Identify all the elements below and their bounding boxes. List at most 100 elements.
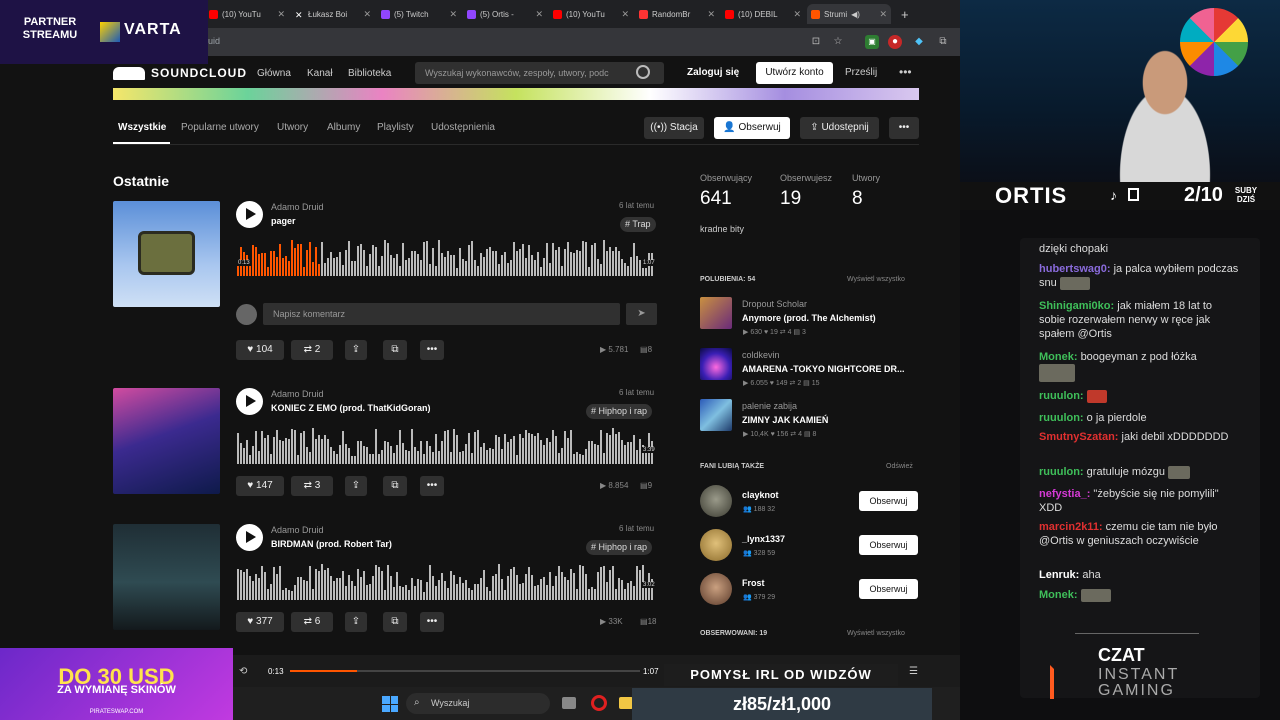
copy-button[interactable]: ⧉ <box>383 340 407 360</box>
extension-icon[interactable]: ▣ <box>865 35 879 49</box>
close-icon[interactable]: ✕ <box>707 9 715 20</box>
chat-username[interactable]: ruuulon: <box>1039 390 1084 402</box>
stat-value[interactable]: 8 <box>852 188 863 210</box>
speaker-icon[interactable]: ◀) <box>851 10 860 19</box>
chat-username[interactable]: Monek: <box>1039 589 1078 601</box>
follow-button[interactable]: 👤 Obserwuj <box>714 117 790 139</box>
station-button[interactable]: ((•)) Stacja <box>644 117 704 139</box>
fan-name[interactable]: clayknot <box>742 490 779 500</box>
browser-tab[interactable]: (10) YouTu ✕ <box>549 4 633 24</box>
browser-tab[interactable]: (10) DEBIL ✕ <box>721 4 805 24</box>
avatar[interactable] <box>700 529 732 561</box>
stat-label[interactable]: Obserwujący <box>700 173 752 183</box>
more-button[interactable]: ••• <box>420 340 444 360</box>
play-button[interactable] <box>236 201 263 228</box>
tab-popular[interactable]: Popularne utwory <box>181 122 259 133</box>
chat-username[interactable]: SmutnySzatan: <box>1039 431 1118 443</box>
track-artwork[interactable] <box>113 524 220 630</box>
more-icon[interactable]: ••• <box>899 65 912 79</box>
follow-button[interactable]: Obserwuj <box>859 535 918 555</box>
browser-tab-active[interactable]: Strumi ◀) ✕ <box>807 4 891 24</box>
adblock-icon[interactable]: ● <box>888 35 902 49</box>
share-button[interactable]: ⇪ <box>345 476 367 496</box>
close-icon[interactable]: ✕ <box>277 9 285 20</box>
genre-tag[interactable]: # Hiphop i rap <box>586 540 653 555</box>
extension-icon[interactable]: ◆ <box>912 35 926 49</box>
chat-username[interactable]: nefystia_: <box>1039 488 1090 500</box>
share-button[interactable]: ⇪ <box>345 612 367 632</box>
nav-home[interactable]: Główna <box>257 68 291 79</box>
tab-tracks[interactable]: Utwory <box>277 122 308 133</box>
stat-value[interactable]: 19 <box>780 188 801 210</box>
create-account-button[interactable]: Utwórz konto <box>756 62 833 84</box>
nav-feed[interactable]: Kanał <box>307 68 333 79</box>
close-icon[interactable]: ✕ <box>535 9 543 20</box>
play-button[interactable] <box>236 388 263 415</box>
browser-tab[interactable]: (5) Ortis - ✕ <box>463 4 547 24</box>
share-button[interactable]: ⇪ Udostępnij <box>800 117 879 139</box>
fan-name[interactable]: Frost <box>742 578 765 588</box>
liked-track-title[interactable]: ZIMNY JAK KAMIEŃ <box>742 415 828 425</box>
repost-button[interactable]: ⇄ 3 <box>291 476 333 496</box>
tab-all[interactable]: Wszystkie <box>118 122 166 133</box>
send-icon[interactable]: ➤ <box>626 303 657 325</box>
more-button[interactable]: ••• <box>420 476 444 496</box>
track-title[interactable]: pager <box>271 216 296 226</box>
liked-track-title[interactable]: Anymore (prod. The Alchemist) <box>742 313 876 323</box>
liked-track-artwork[interactable] <box>700 348 732 380</box>
waveform[interactable] <box>237 560 656 600</box>
repost-button[interactable]: ⇄ 2 <box>291 340 333 360</box>
folder-icon[interactable] <box>619 697 633 709</box>
refresh-link[interactable]: Odśwież <box>886 463 913 470</box>
likes-heading[interactable]: POLUBIENIA: 54 <box>700 276 755 283</box>
copy-button[interactable]: ⧉ <box>383 612 407 632</box>
liked-track-artwork[interactable] <box>700 399 732 431</box>
following-heading[interactable]: OBSERWOWANI: 19 <box>700 630 767 637</box>
genre-tag[interactable]: # Trap <box>620 217 656 232</box>
avatar[interactable] <box>700 485 732 517</box>
share-button[interactable]: ⇪ <box>345 340 367 360</box>
nav-library[interactable]: Biblioteka <box>348 68 391 79</box>
star-icon[interactable]: ☆ <box>831 35 845 49</box>
close-icon[interactable]: ✕ <box>621 9 629 20</box>
fan-name[interactable]: _lynx1337 <box>742 534 785 544</box>
track-artist[interactable]: Adamo Druid <box>271 389 324 399</box>
waveform[interactable] <box>237 236 656 276</box>
search-icon[interactable] <box>636 65 650 79</box>
copy-button[interactable]: ⧉ <box>383 476 407 496</box>
see-all-link[interactable]: Wyświetl wszystko <box>847 630 905 637</box>
browser-tab[interactable]: (5) Twitch ✕ <box>377 4 461 24</box>
browser-tab[interactable]: (10) YouTu ✕ <box>205 4 289 24</box>
chat-username[interactable]: Lenruk: <box>1039 569 1079 581</box>
like-button[interactable]: ♥ 147 <box>236 476 284 496</box>
like-button[interactable]: ♥ 377 <box>236 612 284 632</box>
stat-label[interactable]: Utwory <box>852 173 880 183</box>
like-button[interactable]: ♥ 104 <box>236 340 284 360</box>
tab-reposts[interactable]: Udostępnienia <box>431 122 495 133</box>
chat-username[interactable]: ruuulon: <box>1039 412 1084 424</box>
taskbar-search[interactable]: Wyszukaj <box>406 693 550 714</box>
track-artist[interactable]: Adamo Druid <box>271 525 324 535</box>
browser-tab[interactable]: RandomBr ✕ <box>635 4 719 24</box>
chat-username[interactable]: Shinigami0ko: <box>1039 300 1114 312</box>
stat-label[interactable]: Obserwujesz <box>780 173 832 183</box>
browser-tab[interactable]: ✕ Łukasz Boi ✕ <box>291 4 375 24</box>
track-artwork[interactable] <box>113 201 220 307</box>
search-input[interactable]: Wyszukaj wykonawców, zespoły, utwory, po… <box>415 62 664 84</box>
opera-icon[interactable] <box>591 695 607 711</box>
stat-value[interactable]: 641 <box>700 188 732 210</box>
login-link[interactable]: Zaloguj się <box>687 67 739 78</box>
windows-start-icon[interactable] <box>382 696 398 712</box>
genre-tag[interactable]: # Hiphop i rap <box>586 404 653 419</box>
soundcloud-logo[interactable]: SOUNDCLOUD <box>113 66 247 80</box>
task-view-icon[interactable] <box>562 697 576 709</box>
waveform[interactable] <box>237 424 656 464</box>
more-button[interactable]: ••• <box>420 612 444 632</box>
follow-button[interactable]: Obserwuj <box>859 491 918 511</box>
liked-track-artwork[interactable] <box>700 297 732 329</box>
more-button[interactable]: ••• <box>889 117 919 139</box>
track-artist[interactable]: Adamo Druid <box>271 202 324 212</box>
chat-username[interactable]: ruuulon: <box>1039 466 1084 478</box>
close-icon[interactable]: ✕ <box>879 9 887 20</box>
chat-username[interactable]: hubertswag0: <box>1039 263 1111 275</box>
